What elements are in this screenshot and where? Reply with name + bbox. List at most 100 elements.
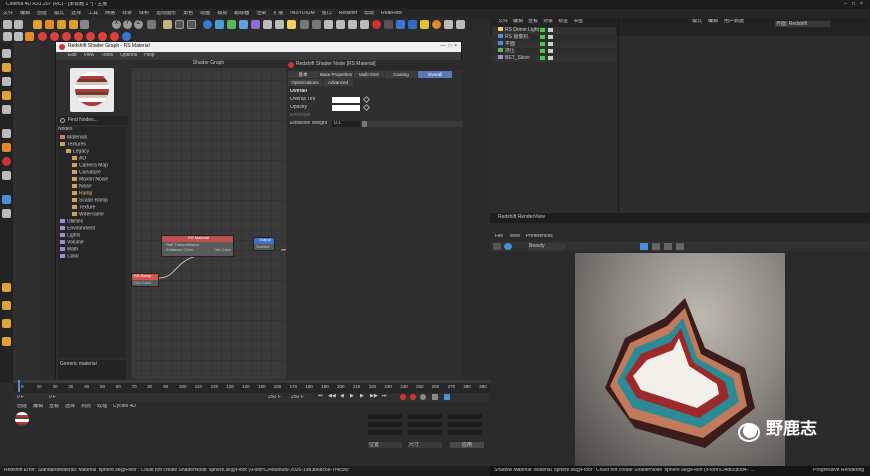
tab-advanced[interactable]: Advanced: [323, 79, 353, 86]
menu-item[interactable]: 选择: [71, 11, 81, 16]
plugin-icon-11[interactable]: [432, 20, 441, 29]
object-menu-item[interactable]: 书签: [573, 19, 583, 24]
tab-overall[interactable]: Overall: [418, 71, 452, 78]
find-nodes-input[interactable]: Find Nodes...: [58, 116, 128, 125]
tree-item[interactable]: Legacy: [58, 149, 126, 156]
zoom-icon[interactable]: [676, 243, 684, 250]
tree-item[interactable]: Curvature: [58, 170, 126, 177]
current-frame-field[interactable]: 0 F: [49, 395, 56, 400]
pos-x-field[interactable]: [368, 414, 402, 419]
apply-button[interactable]: 应用: [450, 442, 484, 448]
size-y-field[interactable]: [408, 422, 442, 427]
toolbar2-icon-3[interactable]: [25, 32, 34, 41]
layout-dropdown[interactable]: 界面: Redshift: [775, 21, 830, 27]
redshift-light-icon-5[interactable]: [86, 32, 95, 41]
maximize-icon[interactable]: □: [448, 44, 451, 49]
timeline[interactable]: 0 10 20 30 40 50 60 70 80 90 100 110 120 130 140 150 160…: [13, 380, 502, 393]
rot-p-field[interactable]: [448, 422, 482, 427]
tree-item[interactable]: Camera Map: [58, 163, 126, 170]
redo-icon[interactable]: [14, 20, 23, 29]
menu-item[interactable]: 帮助: [364, 11, 374, 16]
go-end-icon[interactable]: ⏭: [382, 394, 387, 399]
plugin-icon-2[interactable]: [312, 20, 321, 29]
redshift-light-icon-1[interactable]: [38, 32, 47, 41]
menu-edit[interactable]: Edit: [68, 53, 77, 60]
menu-item[interactable]: 模式: [54, 11, 64, 16]
tree-item[interactable]: Math: [58, 247, 126, 254]
close-icon[interactable]: ×: [454, 44, 457, 49]
camera-icon[interactable]: [275, 20, 284, 29]
menu-item[interactable]: INSYDIUM: [290, 11, 314, 16]
scale-tool-icon[interactable]: [57, 20, 66, 29]
menu-item[interactable]: 编辑: [20, 11, 30, 16]
minimize-icon[interactable]: –: [844, 2, 847, 7]
playhead[interactable]: [18, 380, 20, 392]
render-view-icon[interactable]: [175, 20, 184, 29]
menu-item[interactable]: 角色: [183, 11, 193, 16]
material-menu-item[interactable]: Cycles 4D: [113, 404, 136, 409]
object-row[interactable]: RS 摄像机: [492, 34, 616, 41]
plugin-icon-12[interactable]: [444, 20, 453, 29]
tree-item[interactable]: Color: [58, 254, 126, 261]
visibility-dots-icon[interactable]: [540, 49, 545, 53]
tag-icon[interactable]: [548, 49, 553, 53]
visibility-dots-icon[interactable]: [540, 56, 545, 60]
region-icon[interactable]: [664, 243, 672, 250]
object-menu-item[interactable]: 编辑: [513, 19, 523, 24]
overall-tint-swatch[interactable]: [332, 97, 360, 103]
tab-basic[interactable]: 基本: [288, 71, 318, 78]
menu-item[interactable]: 动画: [200, 11, 210, 16]
select-tool-icon[interactable]: [33, 20, 42, 29]
object-row[interactable]: 挤压: [492, 48, 616, 55]
tag-icon[interactable]: [548, 28, 553, 32]
z-axis-button[interactable]: Z: [134, 20, 143, 29]
move-tool-icon[interactable]: [45, 20, 54, 29]
menu-item[interactable]: 运动图形: [156, 11, 176, 16]
close-icon[interactable]: ×: [860, 2, 863, 7]
rotate-tool-icon[interactable]: [69, 20, 78, 29]
menu-help[interactable]: Help: [144, 53, 154, 60]
tab-multi-sss[interactable]: Multi-SSS: [354, 71, 384, 78]
object-row[interactable]: BET_Slicer: [492, 55, 616, 62]
tag-icon[interactable]: [548, 35, 553, 39]
mode-icon-2[interactable]: [2, 63, 11, 72]
menu-item[interactable]: 工具: [88, 11, 98, 16]
array-icon[interactable]: [239, 20, 248, 29]
attribute-menu-item[interactable]: 模式: [692, 19, 702, 24]
play-icon[interactable]: ▶: [350, 394, 354, 399]
tree-item[interactable]: Textures: [58, 142, 126, 149]
menu-tools[interactable]: Tools: [101, 53, 113, 60]
rs-material-node[interactable]: RS Material Refl Transmittance Emission …: [161, 235, 234, 257]
rot-b-field[interactable]: [448, 430, 482, 435]
tree-item[interactable]: Environment: [58, 226, 126, 233]
attribute-menu-item[interactable]: 用户数据: [724, 19, 744, 24]
plugin-icon-3[interactable]: [324, 20, 333, 29]
tab-optimizations[interactable]: Optimizations: [288, 79, 322, 86]
tab-coating[interactable]: Coating: [385, 71, 417, 78]
y-axis-button[interactable]: Y: [123, 20, 132, 29]
toolbar2-icon-2[interactable]: [14, 32, 23, 41]
render-settings-icon[interactable]: [187, 20, 196, 29]
tree-item[interactable]: Volume: [58, 240, 126, 247]
mode-icon-12[interactable]: [2, 283, 11, 292]
eyedropper-icon[interactable]: [362, 95, 371, 104]
eyedropper-icon[interactable]: [362, 103, 371, 112]
material-menu-item[interactable]: 选择: [65, 404, 75, 409]
mode-icon-1[interactable]: [2, 49, 11, 58]
visibility-dots-icon[interactable]: [540, 28, 545, 32]
key-icon-3[interactable]: [444, 394, 450, 400]
tree-item[interactable]: WireFrame: [58, 212, 126, 219]
prev-frame-icon[interactable]: ◀: [340, 394, 344, 399]
tree-item[interactable]: Texture: [58, 205, 126, 212]
mode-icon-13[interactable]: [2, 301, 11, 310]
tag-icon[interactable]: [548, 56, 553, 60]
mode-icon-3[interactable]: [2, 77, 11, 86]
plugin-icon-6[interactable]: [360, 20, 369, 29]
pos-y-field[interactable]: [368, 422, 402, 427]
mode-icon-14[interactable]: [2, 319, 11, 328]
menu-item[interactable]: 创建: [37, 11, 47, 16]
key-icon-1[interactable]: [420, 394, 426, 400]
menu-item[interactable]: 模拟: [217, 11, 227, 16]
tree-item[interactable]: AO: [58, 156, 126, 163]
ramp-node[interactable]: RS Ramp Out Color: [131, 273, 159, 287]
